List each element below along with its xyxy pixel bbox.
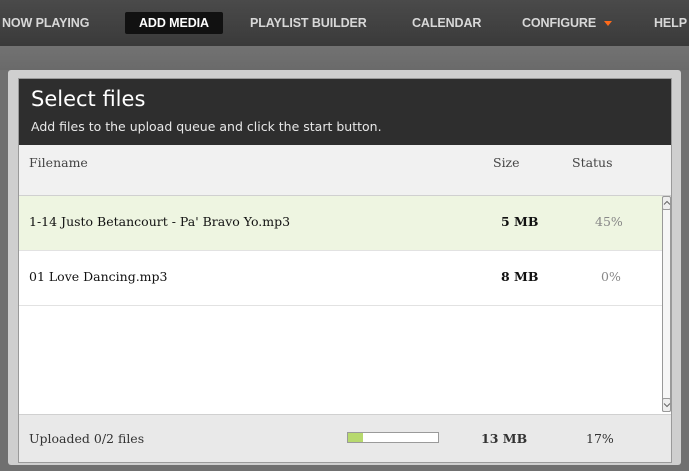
content-panel: Select files Add files to the upload que… xyxy=(8,70,681,465)
nav-help[interactable]: HELP xyxy=(654,12,687,34)
total-progress-bar xyxy=(347,432,439,443)
uploaded-count: Uploaded 0/2 files xyxy=(29,431,145,446)
nav-now-playing[interactable]: NOW PLAYING xyxy=(2,12,89,34)
top-navigation: NOW PLAYING ADD MEDIA PLAYLIST BUILDER C… xyxy=(0,0,689,47)
nav-configure-label: CONFIGURE xyxy=(522,16,597,30)
sub-header-band xyxy=(0,46,689,70)
file-status: 0% xyxy=(601,269,621,284)
chevron-down-icon xyxy=(663,403,671,408)
scroll-up-button[interactable] xyxy=(662,196,671,210)
file-row[interactable]: 01 Love Dancing.mp3 8 MB 0% xyxy=(19,251,662,306)
uploader-title: Select files xyxy=(31,87,146,111)
file-size: 5 MB xyxy=(501,214,539,229)
uploader-subtitle: Add files to the upload queue and click … xyxy=(31,119,382,134)
file-list: 1-14 Justo Betancourt - Pa' Bravo Yo.mp3… xyxy=(19,196,671,414)
uploader-header: Select files Add files to the upload que… xyxy=(19,79,671,145)
file-name: 1-14 Justo Betancourt - Pa' Bravo Yo.mp3 xyxy=(29,214,291,229)
uploader-footer: Uploaded 0/2 files 13 MB 17% xyxy=(19,414,671,462)
file-uploader: Select files Add files to the upload que… xyxy=(18,78,672,463)
column-filename: Filename xyxy=(29,155,88,170)
nav-add-media[interactable]: ADD MEDIA xyxy=(125,12,223,34)
file-row[interactable]: 1-14 Justo Betancourt - Pa' Bravo Yo.mp3… xyxy=(19,196,662,251)
file-list-header: Filename Size Status xyxy=(19,145,671,196)
file-name: 01 Love Dancing.mp3 xyxy=(29,269,168,284)
chevron-up-icon xyxy=(663,200,671,205)
file-size: 8 MB xyxy=(501,269,539,284)
scroll-down-button[interactable] xyxy=(662,398,671,412)
nav-calendar[interactable]: CALENDAR xyxy=(412,12,481,34)
total-percent: 17% xyxy=(586,431,614,446)
file-list-scrollbar[interactable] xyxy=(662,196,671,412)
column-status: Status xyxy=(572,155,613,170)
nav-configure[interactable]: CONFIGURE xyxy=(522,12,613,34)
progress-fill xyxy=(348,433,364,442)
column-size: Size xyxy=(493,155,520,170)
file-list-empty-area xyxy=(19,306,662,412)
nav-playlist-builder[interactable]: PLAYLIST BUILDER xyxy=(250,12,367,34)
file-status: 45% xyxy=(595,214,623,229)
total-size: 13 MB xyxy=(481,431,528,446)
chevron-down-icon xyxy=(604,21,613,27)
